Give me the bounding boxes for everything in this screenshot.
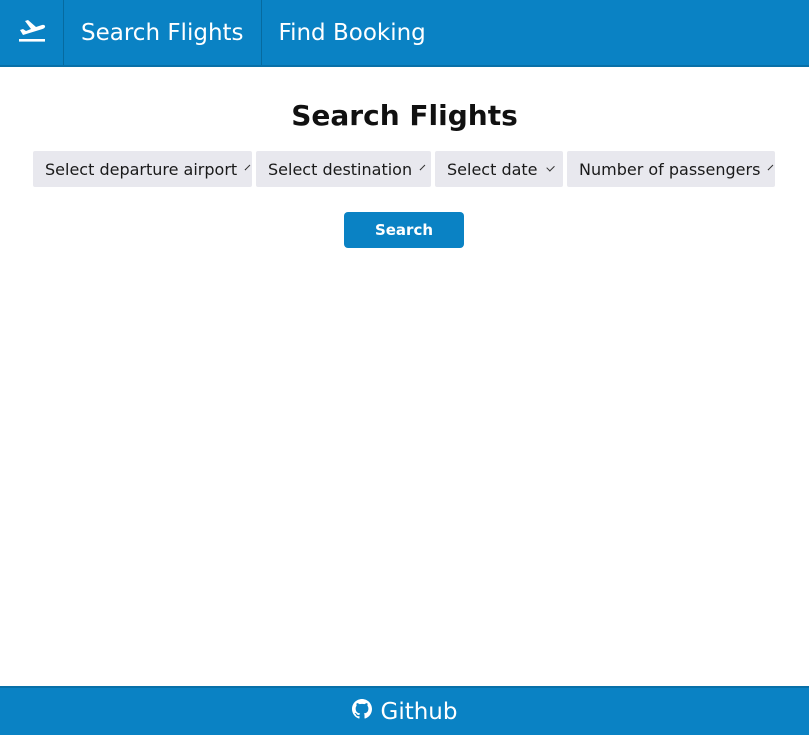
departure-airport-select[interactable]: Select departure airport	[33, 151, 252, 187]
flight-takeoff-icon	[17, 18, 47, 48]
date-select[interactable]: Select date	[435, 151, 563, 187]
github-link[interactable]: Github	[351, 698, 458, 725]
chevron-down-icon	[419, 164, 426, 171]
chevron-down-icon	[244, 164, 251, 171]
nav-search-flights[interactable]: Search Flights	[64, 0, 262, 65]
destination-value: Select destination	[268, 159, 413, 179]
github-icon	[351, 698, 381, 725]
footer: Github	[0, 686, 809, 735]
nav-find-booking[interactable]: Find Booking	[262, 0, 443, 65]
page-title: Search Flights	[291, 99, 518, 132]
nav-search-flights-label: Search Flights	[81, 19, 244, 46]
date-value: Select date	[447, 159, 538, 179]
passengers-value: Number of passengers	[579, 159, 761, 179]
home-logo-button[interactable]	[0, 0, 64, 65]
chevron-down-icon	[768, 164, 774, 171]
chevron-down-icon	[545, 163, 555, 172]
app-page: Search Flights Find Booking Search Fligh…	[0, 0, 809, 735]
top-navigation: Search Flights Find Booking	[0, 0, 809, 67]
search-form: Select departure airport Select destinat…	[33, 151, 775, 187]
search-button[interactable]: Search	[344, 212, 464, 248]
passengers-select[interactable]: Number of passengers	[567, 151, 775, 187]
destination-select[interactable]: Select destination	[256, 151, 431, 187]
nav-find-booking-label: Find Booking	[278, 19, 426, 46]
github-label: Github	[380, 698, 458, 725]
departure-airport-value: Select departure airport	[45, 159, 238, 179]
